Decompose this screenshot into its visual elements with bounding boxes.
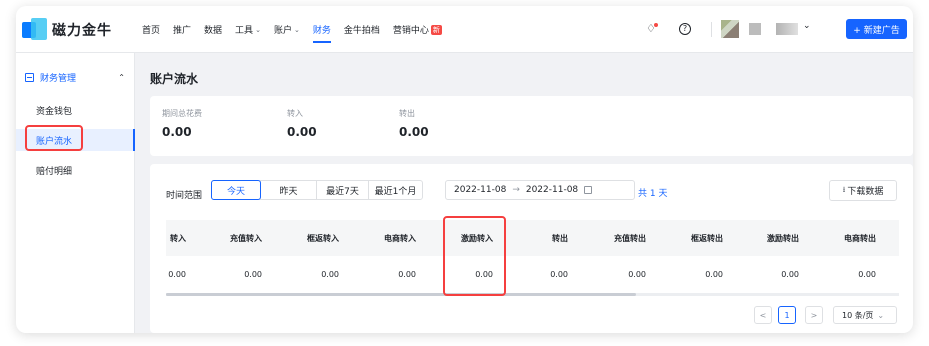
main-content: 账户流水 期间总花费 0.00 转入 0.00 转出 0.00 时间范围 今天 … [136, 53, 913, 333]
nav-item-label: 财务 [312, 26, 331, 36]
nav-item-1[interactable]: 推广 [173, 6, 191, 53]
page-title: 账户流水 [150, 72, 199, 86]
chevron-down-icon: ⌄ [255, 25, 261, 34]
highlight-box [25, 125, 83, 151]
stat-value: 0.00 [287, 125, 317, 139]
table-row: 0.00 0.00 0.00 0.00 0.00 0.00 0.00 0.00 0.00 0.00 [166, 256, 899, 294]
range-option-1month[interactable]: 最近1个月 [368, 181, 422, 199]
divider [711, 22, 712, 37]
summary-card: 期间总花费 0.00 转入 0.00 转出 0.00 [150, 96, 913, 156]
sidebar-group-label: 财务管理 [40, 73, 77, 84]
brand-name: 磁力金牛 [52, 23, 112, 39]
flow-table: 转入 充值转入 框返转入 电商转入 激励转入 转出 充值转出 框返转出 激励转出 电商转出 0.0… [166, 220, 899, 296]
column-header: 电商转出 [844, 233, 876, 243]
nav-item-label: 营销中心 [392, 26, 429, 36]
range-option-today[interactable]: 今天 [211, 180, 261, 200]
page-size-select[interactable]: 10 条/页 ⌄ [833, 306, 897, 324]
date-range-picker[interactable]: 2022-11-08 → 2022-11-08 [445, 180, 635, 200]
stat-label: 转出 [399, 109, 415, 118]
range-option-yesterday[interactable]: 昨天 [260, 181, 316, 199]
logo-icon [22, 18, 48, 42]
stat-label: 期间总花费 [162, 109, 202, 118]
nav-item-label: 账户 [273, 26, 292, 36]
range-option-7days[interactable]: 最近7天 [316, 181, 368, 199]
stat-label: 转入 [287, 109, 303, 118]
page-button[interactable]: 1 [778, 306, 796, 324]
sidebar-item-compensation[interactable]: 赔付明细 [16, 159, 135, 181]
chevron-down-icon: ⌄ [877, 310, 885, 320]
stat-value: 0.00 [399, 125, 429, 139]
scrollbar-thumb[interactable] [166, 293, 636, 296]
top-nav: 磁力金牛 首页 推广 数据 工具 ⌄ 账户 ⌄ 财务 金牛拍档 营销中心新 ♢ ? ⌄ + 新建广… [16, 6, 913, 53]
new-ad-button[interactable]: + 新建广告 [846, 19, 907, 39]
chevron-down-icon[interactable]: ⌄ [803, 21, 811, 31]
stat-transfer-in: 转入 0.00 [287, 108, 317, 139]
nav-item-7[interactable]: 营销中心新 [393, 6, 442, 53]
avatar[interactable] [721, 20, 739, 38]
prev-page-button[interactable]: < [754, 306, 772, 324]
download-label: 下载数据 [847, 187, 884, 197]
range-start: 2022-11-08 [454, 185, 507, 195]
flow-panel: 时间范围 今天 昨天 最近7天 最近1个月 2022-11-08 → 2022-… [150, 164, 913, 333]
nav-item-2[interactable]: 数据 [204, 6, 222, 53]
stat-transfer-out: 转出 0.00 [399, 108, 429, 139]
app-window: 磁力金牛 首页 推广 数据 工具 ⌄ 账户 ⌄ 财务 金牛拍档 营销中心新 ♢ ? ⌄ + 新建广… [16, 6, 913, 333]
range-end: 2022-11-08 [525, 185, 579, 195]
table-header: 转入 充值转入 框返转入 电商转入 激励转入 转出 充值转出 框返转出 激励转出 电商转出 [166, 220, 899, 256]
range-day-count: 共 1 天 [638, 189, 668, 199]
sidebar-item-wallet[interactable]: 资金钱包 [16, 99, 135, 121]
sidebar-group-finance[interactable]: 财务管理 ⌃ [16, 68, 135, 86]
bell-icon[interactable]: ♢ [646, 23, 658, 35]
table-cell: 0.00 [858, 270, 876, 279]
download-icon: ⭳ [842, 184, 846, 194]
download-button[interactable]: ⭳ 下载数据 [829, 180, 897, 201]
new-badge: 新 [430, 24, 442, 35]
filter-label: 时间范围 [166, 191, 203, 201]
nav-item-label: 推广 [173, 26, 192, 36]
wallet-icon [25, 72, 34, 82]
nav-item-label: 首页 [142, 26, 161, 36]
brand-logo[interactable]: 磁力金牛 [22, 18, 112, 42]
nav-item-label: 金牛拍档 [343, 26, 380, 36]
page-size-value: 10 条/页 [842, 310, 874, 320]
stat-total-spend: 期间总花费 0.00 [162, 108, 202, 139]
stat-value: 0.00 [162, 125, 192, 139]
user-id-blurred[interactable] [776, 23, 798, 35]
nav-item-5[interactable]: 财务 [312, 6, 331, 53]
main-menu: 首页 推广 数据 工具 ⌄ 账户 ⌄ 财务 金牛拍档 营销中心新 [142, 6, 455, 53]
time-range-selector: 今天 昨天 最近7天 最近1个月 [211, 180, 423, 200]
nav-item-3[interactable]: 工具 ⌄ [235, 6, 261, 53]
nav-item-6[interactable]: 金牛拍档 [344, 6, 380, 53]
help-icon[interactable]: ? [679, 23, 691, 35]
chevron-up-icon: ⌃ [118, 72, 125, 82]
calendar-icon [584, 186, 593, 194]
horizontal-scrollbar[interactable] [166, 293, 899, 296]
nav-item-4[interactable]: 账户 ⌄ [274, 6, 300, 53]
nav-item-0[interactable]: 首页 [142, 6, 160, 53]
sidebar: 财务管理 ⌃ 资金钱包 账户流水 赔付明细 [16, 53, 135, 333]
next-page-button[interactable]: > [805, 306, 823, 324]
user-name-blurred[interactable] [749, 23, 761, 35]
nav-item-label: 工具 [235, 26, 254, 36]
arrow-right-icon: → [512, 185, 520, 195]
chevron-down-icon: ⌄ [293, 25, 300, 34]
nav-item-label: 数据 [204, 26, 223, 36]
